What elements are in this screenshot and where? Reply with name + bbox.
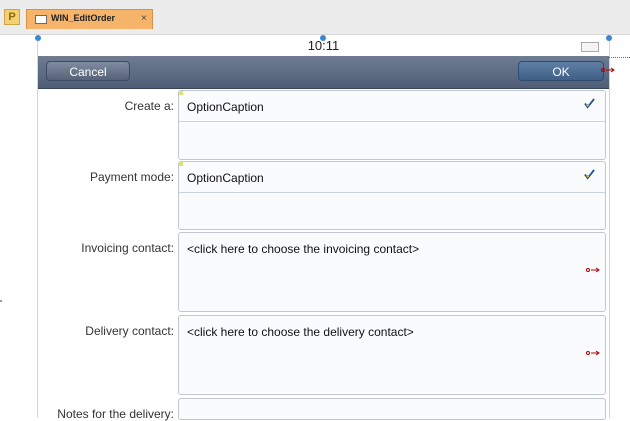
selection-handle[interactable] [320, 35, 326, 41]
app-logo-icon: P [4, 9, 20, 25]
invoicing-label: Invoicing contact: [81, 241, 174, 255]
create-label: Create a: [124, 99, 174, 113]
delivery-label: Delivery contact: [85, 324, 174, 338]
resize-marker [179, 91, 183, 95]
arrow-icon [586, 350, 600, 356]
invoicing-placeholder: <click here to choose the invoicing cont… [187, 242, 420, 256]
divider [179, 192, 605, 193]
create-combobox[interactable]: OptionCaption [178, 90, 606, 160]
resize-marker [179, 162, 183, 166]
notes-field[interactable] [178, 398, 606, 420]
delivery-placeholder: <click here to choose the delivery conta… [187, 325, 414, 339]
selection-handle[interactable] [35, 35, 41, 41]
arrow-icon [601, 67, 615, 73]
editor-tab-bar: P WIN_EditOrder × [0, 0, 630, 35]
notes-label: Notes for the delivery: [57, 407, 174, 421]
arrow-icon [586, 267, 600, 273]
ok-button[interactable]: OK [518, 61, 604, 81]
create-value: OptionCaption [187, 100, 264, 114]
navigation-bar: Cancel OK [38, 56, 609, 89]
battery-icon [581, 42, 599, 52]
connector-line [608, 57, 630, 58]
payment-value: OptionCaption [187, 171, 264, 185]
close-icon[interactable]: × [141, 13, 147, 24]
divider [179, 121, 605, 122]
cancel-button[interactable]: Cancel [46, 61, 130, 81]
check-icon [584, 169, 595, 180]
selection-handle[interactable] [606, 35, 612, 41]
invoicing-contact-field[interactable]: <click here to choose the invoicing cont… [178, 232, 606, 312]
window-tab[interactable]: WIN_EditOrder × [26, 9, 153, 29]
payment-label: Payment mode: [89, 170, 174, 184]
window-icon [35, 15, 47, 24]
marker-dot [0, 300, 2, 302]
payment-combobox[interactable]: OptionCaption [178, 161, 606, 230]
delivery-contact-field[interactable]: <click here to choose the delivery conta… [178, 315, 606, 395]
check-icon [584, 98, 595, 109]
tab-title: WIN_EditOrder [51, 13, 116, 23]
mobile-window-frame: 10:11 Cancel OK Create a: OptionCaption … [35, 35, 612, 421]
